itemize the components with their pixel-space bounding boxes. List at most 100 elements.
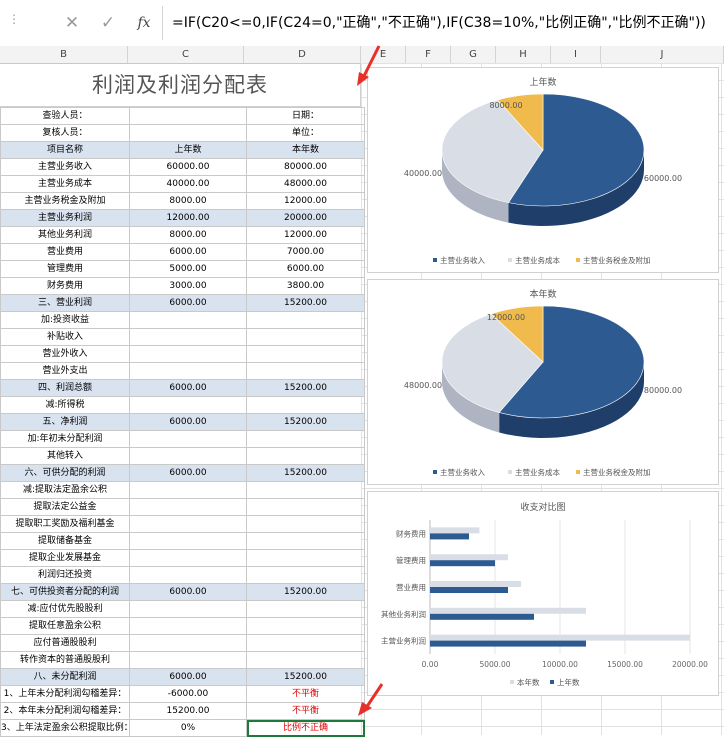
current-year-cell[interactable]: 15200.00	[246, 413, 365, 431]
row-label-cell[interactable]: 营业外支出	[0, 362, 130, 380]
row-label-cell[interactable]: 应付普通股股利	[0, 634, 130, 652]
row-label-cell[interactable]: 1、上年未分配利润勾稽差异：	[0, 685, 130, 703]
row-label-cell[interactable]: 提取任意盈余公积	[0, 617, 130, 635]
prior-year-cell[interactable]	[129, 651, 247, 669]
current-year-cell[interactable]: 15200.00	[246, 464, 365, 482]
prior-year-cell[interactable]	[129, 634, 247, 652]
bar-current[interactable]	[430, 581, 521, 587]
current-year-cell[interactable]	[246, 532, 365, 550]
formula-input[interactable]: =IF(C20<=0,IF(C24=0,"正确","不正确"),IF(C38=1…	[172, 12, 706, 32]
current-year-cell[interactable]	[246, 481, 365, 499]
column-header-j[interactable]: J	[601, 46, 724, 63]
row-label-cell[interactable]: 复核人员：	[0, 124, 130, 142]
current-year-cell[interactable]: 48000.00	[246, 175, 365, 193]
prior-year-cell[interactable]: 8000.00	[129, 192, 247, 210]
prior-year-cell[interactable]	[129, 498, 247, 516]
prior-year-cell[interactable]: 3000.00	[129, 277, 247, 295]
chart-current-year-pie[interactable]: 本年数 80000.00 48000.00 12000.00 主营业务收入 主营业务成本 主…	[367, 279, 719, 485]
prior-year-cell[interactable]: 6000.00	[129, 379, 247, 397]
row-label-cell[interactable]: 查验人员：	[0, 107, 130, 125]
row-label-cell[interactable]: 提取企业发展基金	[0, 549, 130, 567]
bar-prior[interactable]	[430, 533, 469, 540]
prior-year-cell[interactable]	[129, 617, 247, 635]
current-year-cell[interactable]: 15200.00	[246, 583, 365, 601]
row-label-cell[interactable]: 转作资本的普通股股利	[0, 651, 130, 669]
bar-current[interactable]	[430, 554, 508, 561]
current-year-cell[interactable]	[246, 549, 365, 567]
current-year-cell[interactable]	[246, 617, 365, 635]
row-label-cell[interactable]: 五、净利润	[0, 413, 130, 431]
prior-year-cell[interactable]: 8000.00	[129, 226, 247, 244]
prior-year-cell[interactable]	[129, 328, 247, 346]
current-year-cell[interactable]	[246, 311, 365, 329]
prior-year-cell[interactable]	[129, 447, 247, 465]
current-year-cell[interactable]: 15200.00	[246, 379, 365, 397]
bar-current[interactable]	[430, 527, 480, 534]
bar-prior[interactable]	[430, 613, 534, 620]
row-label-cell[interactable]: 加:投资收益	[0, 311, 130, 329]
prior-year-cell[interactable]	[129, 345, 247, 363]
prior-year-cell[interactable]	[129, 430, 247, 448]
row-label-cell[interactable]: 2、本年未分配利润勾稽差异：	[0, 702, 130, 720]
current-year-cell[interactable]	[246, 498, 365, 516]
row-label-cell[interactable]: 主营业务成本	[0, 175, 130, 193]
prior-year-cell[interactable]	[129, 532, 247, 550]
current-year-cell[interactable]: 12000.00	[246, 192, 365, 210]
prior-year-cell[interactable]	[129, 549, 247, 567]
current-year-cell[interactable]: 3800.00	[246, 277, 365, 295]
row-label-cell[interactable]: 项目名称	[0, 141, 130, 159]
prior-year-cell[interactable]: 上年数	[129, 141, 247, 159]
prior-year-cell[interactable]	[129, 362, 247, 380]
sheet-title[interactable]: 利润及利润分配表	[0, 63, 361, 107]
current-year-cell[interactable]	[246, 515, 365, 533]
current-year-cell[interactable]: 不平衡	[246, 702, 365, 720]
prior-year-cell[interactable]: -6000.00	[129, 685, 247, 703]
row-label-cell[interactable]: 主营业务利润	[0, 209, 130, 227]
current-year-cell[interactable]: 6000.00	[246, 260, 365, 278]
prior-year-cell[interactable]	[129, 107, 247, 125]
current-year-cell[interactable]: 不平衡	[246, 685, 365, 703]
prior-year-cell[interactable]	[129, 311, 247, 329]
current-year-cell[interactable]: 日期：	[246, 107, 365, 125]
cancel-icon[interactable]: ✕	[54, 13, 90, 33]
column-header-g[interactable]: G	[451, 46, 496, 63]
row-label-cell[interactable]: 补贴收入	[0, 328, 130, 346]
row-label-cell[interactable]: 其他业务利润	[0, 226, 130, 244]
row-label-cell[interactable]: 3、上年法定盈余公积提取比例：	[0, 719, 130, 737]
current-year-cell[interactable]	[246, 447, 365, 465]
prior-year-cell[interactable]: 40000.00	[129, 175, 247, 193]
column-header-d[interactable]: D	[244, 46, 361, 63]
current-year-cell[interactable]	[246, 600, 365, 618]
row-label-cell[interactable]: 财务费用	[0, 277, 130, 295]
column-header-b[interactable]: B	[0, 46, 128, 63]
current-year-cell[interactable]	[246, 651, 365, 669]
prior-year-cell[interactable]	[129, 481, 247, 499]
current-year-cell[interactable]: 12000.00	[246, 226, 365, 244]
row-label-cell[interactable]: 三、营业利润	[0, 294, 130, 312]
row-label-cell[interactable]: 提取职工奖励及福利基金	[0, 515, 130, 533]
prior-year-cell[interactable]: 6000.00	[129, 294, 247, 312]
prior-year-cell[interactable]	[129, 566, 247, 584]
prior-year-cell[interactable]: 6000.00	[129, 413, 247, 431]
chart-income-expense-bar[interactable]: 收支对比图 0.00 5000.00 10000.00 15000.00 20000.00…	[367, 491, 719, 696]
row-label-cell[interactable]: 提取法定公益金	[0, 498, 130, 516]
prior-year-cell[interactable]: 0%	[129, 719, 247, 737]
row-label-cell[interactable]: 加:年初未分配利润	[0, 430, 130, 448]
row-label-cell[interactable]: 营业费用	[0, 243, 130, 261]
prior-year-cell[interactable]	[129, 600, 247, 618]
current-year-cell[interactable]: 本年数	[246, 141, 365, 159]
column-header-i[interactable]: I	[551, 46, 601, 63]
row-label-cell[interactable]: 提取储备基金	[0, 532, 130, 550]
bar-prior[interactable]	[430, 587, 508, 593]
current-year-cell[interactable]	[246, 430, 365, 448]
current-year-cell[interactable]: 比例不正确	[246, 719, 365, 737]
current-year-cell[interactable]: 80000.00	[246, 158, 365, 176]
row-label-cell[interactable]: 管理费用	[0, 260, 130, 278]
current-year-cell[interactable]	[246, 362, 365, 380]
row-label-cell[interactable]: 利润归还投资	[0, 566, 130, 584]
prior-year-cell[interactable]	[129, 515, 247, 533]
row-label-cell[interactable]: 七、可供投资者分配的利润	[0, 583, 130, 601]
row-label-cell[interactable]: 四、利润总额	[0, 379, 130, 397]
current-year-cell[interactable]	[246, 328, 365, 346]
prior-year-cell[interactable]: 6000.00	[129, 583, 247, 601]
